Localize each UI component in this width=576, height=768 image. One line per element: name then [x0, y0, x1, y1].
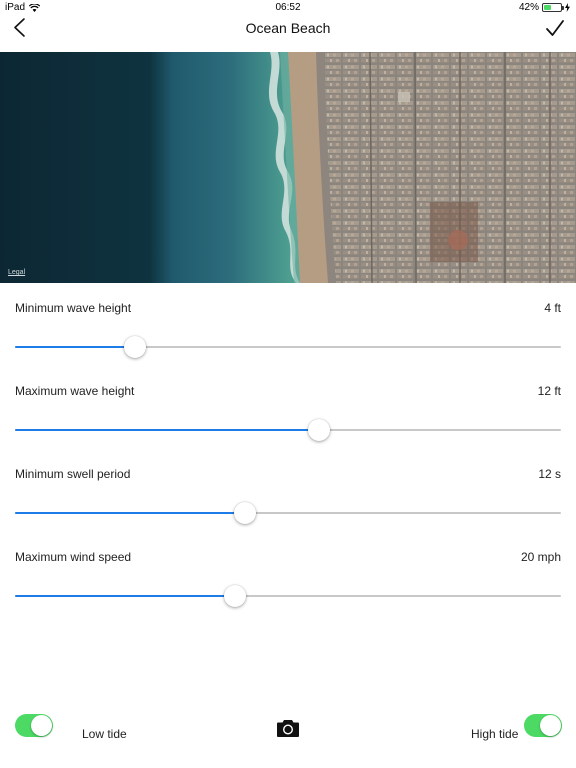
high-tide-toggle[interactable] — [524, 714, 562, 737]
slider-thumb[interactable] — [124, 336, 147, 358]
battery-icon — [542, 3, 564, 12]
page-title: Ocean Beach — [245, 20, 331, 36]
min-wave-height-setting: Minimum wave height 4 ft — [0, 301, 576, 381]
battery-percentage: 42% — [518, 2, 539, 13]
satellite-map[interactable]: Legal — [0, 52, 576, 283]
battery-level — [544, 5, 551, 10]
navigation-bar: Ocean Beach — [0, 16, 576, 52]
slider-thumb[interactable] — [234, 502, 257, 524]
slider-fill — [15, 346, 136, 348]
setting-value: 4 ft — [544, 301, 561, 315]
charging-bolt-icon — [565, 3, 570, 12]
map-imagery — [0, 52, 576, 283]
max-wind-speed-slider[interactable] — [15, 585, 561, 607]
checkmark-icon — [546, 20, 564, 36]
max-wind-speed-setting: Maximum wind speed 20 mph — [0, 550, 576, 630]
setting-label: Minimum swell period — [15, 467, 131, 481]
status-bar: iPad 06:52 42% — [0, 0, 576, 16]
toggle-knob — [540, 715, 561, 736]
setting-value: 12 s — [538, 467, 561, 481]
camera-icon — [277, 720, 299, 737]
slider-thumb[interactable] — [224, 585, 247, 607]
min-swell-period-setting: Minimum swell period 12 s — [0, 467, 576, 547]
slider-fill — [15, 512, 246, 514]
done-button[interactable] — [544, 18, 566, 40]
setting-value: 20 mph — [520, 550, 561, 564]
high-tide-label: High tide — [471, 727, 519, 741]
setting-label: Maximum wind speed — [15, 550, 132, 564]
min-wave-height-slider[interactable] — [15, 336, 561, 358]
low-tide-toggle[interactable] — [15, 714, 53, 737]
setting-label: Minimum wave height — [15, 301, 132, 315]
slider-fill — [15, 595, 236, 597]
slider-thumb[interactable] — [308, 419, 331, 441]
setting-value: 12 ft — [537, 384, 561, 398]
map-legal-link[interactable]: Legal — [8, 269, 25, 276]
camera-button[interactable] — [276, 718, 300, 738]
status-time: 06:52 — [275, 2, 301, 13]
max-wave-height-slider[interactable] — [15, 419, 561, 441]
min-swell-period-slider[interactable] — [15, 502, 561, 524]
setting-label: Maximum wave height — [15, 384, 135, 398]
toggle-knob — [31, 715, 52, 736]
max-wave-height-setting: Maximum wave height 12 ft — [0, 384, 576, 464]
low-tide-label: Low tide — [82, 727, 127, 741]
slider-fill — [15, 429, 320, 431]
